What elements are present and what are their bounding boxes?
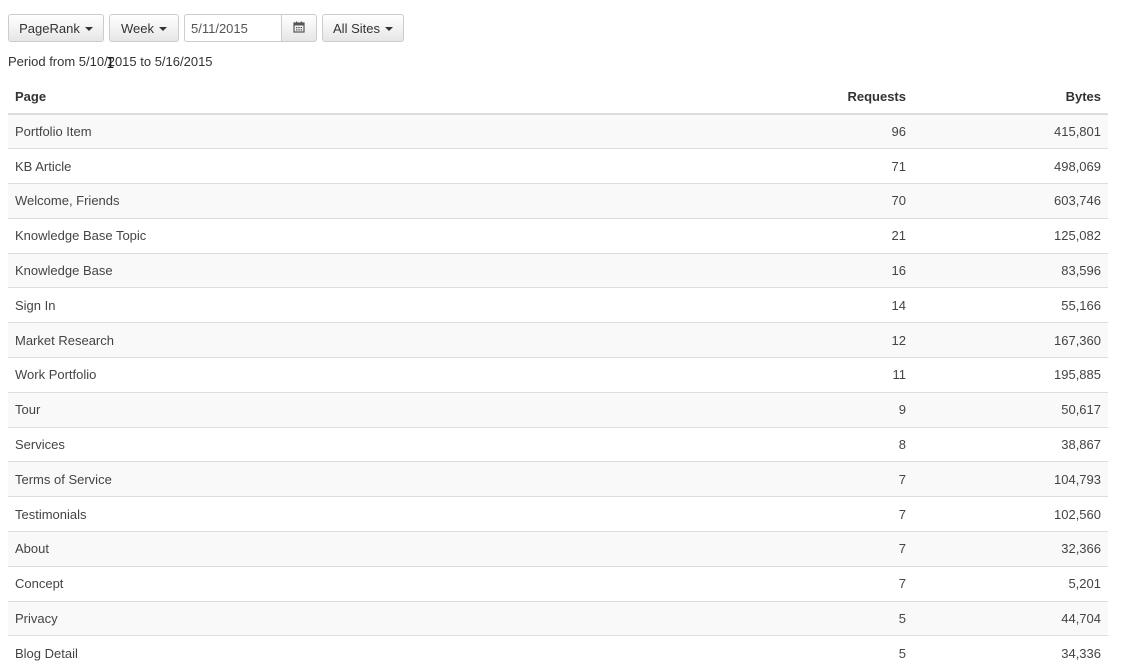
- cell-page: Concept: [8, 565, 663, 602]
- date-input[interactable]: [184, 14, 281, 42]
- calendar-icon: [293, 21, 305, 36]
- table-row: Privacy 5 44,704: [8, 600, 1108, 636]
- cell-page: Portfolio Item: [8, 113, 663, 149]
- column-header-bytes[interactable]: Bytes: [913, 80, 1108, 115]
- pagerank-table: Page Requests Bytes Portfolio Item 96 415,…: [8, 80, 1108, 671]
- text-cursor-icon: I: [106, 54, 116, 72]
- cell-requests: 7: [663, 565, 913, 602]
- cell-bytes: 34,336: [913, 635, 1108, 671]
- cell-requests: 71: [663, 148, 913, 184]
- table-row: Concept 7 5,201: [8, 565, 1108, 602]
- table-row: Terms of Service 7 104,793: [8, 461, 1108, 497]
- cell-bytes: 603,746: [913, 183, 1108, 219]
- cell-bytes: 83,596: [913, 252, 1108, 288]
- cell-page: Knowledge Base Topic: [8, 217, 663, 254]
- sites-dropdown[interactable]: All Sites: [322, 14, 404, 42]
- column-header-page[interactable]: Page: [8, 80, 663, 115]
- cell-page: Welcome, Friends: [8, 183, 663, 219]
- caret-down-icon: [384, 26, 393, 31]
- cell-requests: 8: [663, 426, 913, 462]
- table-row: Work Portfolio 11 195,885: [8, 357, 1108, 393]
- cell-bytes: 498,069: [913, 148, 1108, 184]
- table-header-row: Page Requests Bytes: [8, 80, 1108, 115]
- calendar-button[interactable]: [281, 14, 317, 42]
- cell-bytes: 44,704: [913, 600, 1108, 636]
- cell-requests: 21: [663, 217, 913, 254]
- cell-requests: 12: [663, 322, 913, 358]
- table-row: Services 8 38,867: [8, 426, 1108, 462]
- cell-requests: 96: [663, 113, 913, 149]
- cell-bytes: 167,360: [913, 322, 1108, 358]
- table-row: Sign In 14 55,166: [8, 287, 1108, 323]
- cell-bytes: 125,082: [913, 217, 1108, 254]
- cell-requests: 7: [663, 496, 913, 532]
- period-dropdown[interactable]: Week: [109, 14, 179, 42]
- column-header-requests[interactable]: Requests: [663, 80, 913, 115]
- cell-page: Market Research: [8, 322, 663, 358]
- table-row: Blog Detail 5 34,336: [8, 635, 1108, 671]
- cell-requests: 11: [663, 357, 913, 393]
- caret-down-icon: [84, 26, 93, 31]
- cell-page: Privacy: [8, 600, 663, 636]
- cell-requests: 5: [663, 635, 913, 671]
- cell-bytes: 38,867: [913, 426, 1108, 462]
- cell-bytes: 5,201: [913, 565, 1108, 602]
- table-row: Market Research 12 167,360: [8, 322, 1108, 358]
- report-toolbar: PageRank Week 5/11/2015 All Sites: [8, 14, 404, 42]
- cell-bytes: 50,617: [913, 391, 1108, 428]
- cell-requests: 7: [663, 531, 913, 567]
- caret-down-icon: [159, 26, 167, 31]
- cell-bytes: 102,560: [913, 496, 1108, 532]
- cell-requests: 9: [663, 391, 913, 428]
- table-row: Tour 9 50,617: [8, 391, 1108, 428]
- report-type-dropdown[interactable]: PageRank: [8, 14, 104, 42]
- table-row: About 7 32,366: [8, 531, 1108, 567]
- cell-page: About: [8, 531, 663, 567]
- cell-page: Services: [8, 426, 663, 462]
- table-row: KB Article 71 498,069: [8, 148, 1108, 184]
- cell-page: Blog Detail: [8, 635, 663, 671]
- cell-bytes: 104,793: [913, 461, 1108, 497]
- cell-page: Work Portfolio: [8, 357, 663, 393]
- cell-requests: 14: [663, 287, 913, 323]
- table-row: Welcome, Friends 70 603,746: [8, 183, 1108, 219]
- table-row: Knowledge Base 16 83,596: [8, 252, 1108, 288]
- cell-page: Knowledge Base: [8, 252, 663, 288]
- cell-page: Terms of Service: [8, 461, 663, 497]
- table-row: Testimonials 7 102,560: [8, 496, 1108, 532]
- cell-page: KB Article: [8, 148, 663, 184]
- cell-page: Testimonials: [8, 496, 663, 532]
- cell-page: Sign In: [8, 287, 663, 323]
- cell-requests: 7: [663, 461, 913, 497]
- cell-bytes: 55,166: [913, 287, 1108, 323]
- cell-bytes: 195,885: [913, 357, 1108, 393]
- report-type-label: PageRank: [19, 20, 80, 36]
- cell-requests: 16: [663, 252, 913, 288]
- period-label: Week: [121, 20, 154, 36]
- date-picker: [184, 14, 317, 42]
- cell-requests: 5: [663, 600, 913, 636]
- table-row: Portfolio Item 96 415,801: [8, 113, 1108, 149]
- table-body: Portfolio Item 96 415,801 KB Article 71 498,0…: [8, 113, 1108, 671]
- table-row: Knowledge Base Topic 21 125,082: [8, 217, 1108, 254]
- cell-bytes: 415,801: [913, 113, 1108, 149]
- cell-requests: 70: [663, 183, 913, 219]
- sites-label: All Sites: [333, 20, 380, 36]
- cell-page: Tour: [8, 391, 663, 428]
- cell-bytes: 32,366: [913, 531, 1108, 567]
